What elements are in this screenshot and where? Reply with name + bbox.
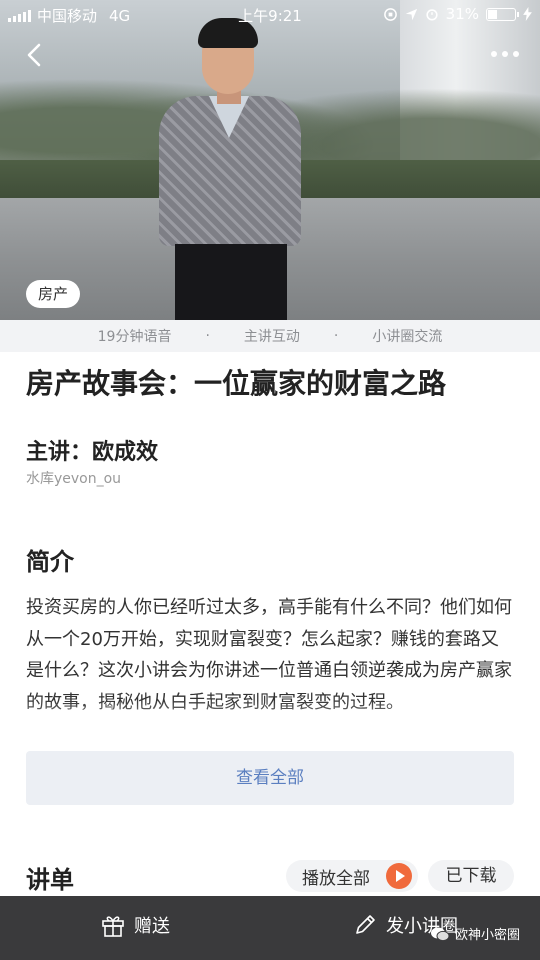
alarm-icon (426, 9, 438, 21)
battery-fill (488, 9, 497, 19)
status-bar: 中国移动 4G 上午9:21 31% (0, 0, 540, 28)
downloaded-button[interactable]: 已下载 (428, 860, 514, 892)
play-icon (386, 863, 412, 889)
watermark-label: 欧神小密圈 (455, 928, 521, 943)
wechat-icon (431, 927, 450, 941)
orientation-lock-icon (383, 7, 397, 21)
bottom-bar: 赠送 发小讲圈 欧神小密圈 (0, 896, 540, 960)
feature-interaction: 主讲互动 (243, 329, 300, 345)
gift-icon (102, 916, 124, 937)
lecturer-pants (175, 244, 287, 320)
gift-label: 赠送 (134, 916, 170, 937)
features-strip: 19分钟语音 · 主讲互动 · 小讲圈交流 (0, 320, 540, 352)
battery-icon (486, 7, 519, 21)
gift-button[interactable]: 赠送 (100, 912, 170, 938)
feature-separator: · (333, 328, 339, 344)
view-all-button[interactable]: 查看全部 (26, 751, 514, 805)
location-icon (405, 8, 417, 20)
charging-icon (523, 7, 532, 21)
status-right: 31% (383, 5, 532, 23)
feature-audio-duration: 19分钟语音 (97, 329, 172, 345)
page-title: 房产故事会：一位赢家的财富之路 (26, 367, 447, 400)
pencil-icon (356, 915, 375, 934)
play-all-label: 播放全部 (302, 868, 370, 889)
playlist-heading: 讲单 (26, 866, 74, 894)
intro-heading: 简介 (26, 548, 74, 576)
feature-circle: 小讲圈交流 (372, 329, 443, 345)
feature-separator: · (205, 328, 210, 344)
back-icon[interactable] (22, 42, 48, 68)
intro-fade-overlay (0, 700, 540, 746)
hero-image (0, 0, 540, 320)
lecturer-handle: 水库yevon_ou (26, 471, 122, 487)
watermark: 欧神小密圈 (430, 924, 520, 943)
lecturer-name: 主讲：欧成效 (26, 440, 159, 465)
more-icon[interactable] (488, 44, 522, 64)
category-tag[interactable]: 房产 (26, 280, 81, 308)
lecturer-photo (145, 18, 315, 320)
battery-percent: 31% (445, 5, 479, 23)
play-all-button[interactable]: 播放全部 (286, 860, 418, 892)
